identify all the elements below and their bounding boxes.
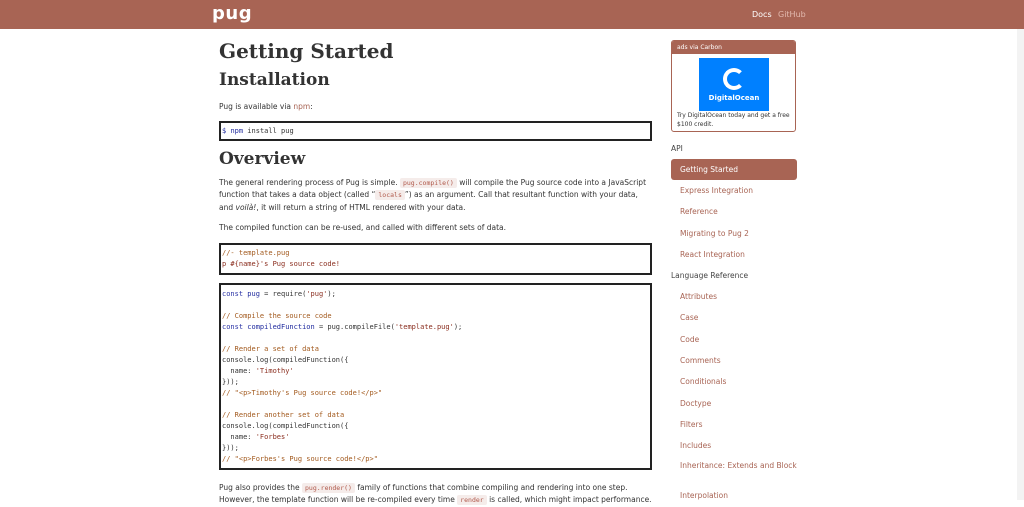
sidebar: ads via Carbon DigitalOcean Try DigitalO… (671, 40, 797, 506)
nav-github-link[interactable]: GitHub (778, 10, 806, 19)
pug-template-code-block: //- template.pug p #{name}'s Pug source … (219, 242, 652, 275)
installation-heading: Installation (219, 70, 330, 90)
pug-logo[interactable]: pug (212, 3, 252, 24)
page-title: Getting Started (219, 39, 394, 63)
scrollbar[interactable] (1017, 29, 1024, 500)
sidebar-section-language-reference: Language Reference (671, 271, 749, 281)
sidebar-item-inheritance[interactable]: Inheritance: Extends and Block (671, 457, 797, 485)
ad-header: ads via Carbon (672, 41, 795, 54)
ad-brand: DigitalOcean (708, 94, 760, 102)
sidebar-item-reference[interactable]: Reference (671, 201, 797, 222)
sidebar-item-filters[interactable]: Filters (671, 414, 797, 435)
overview-paragraph-1: The general rendering process of Pug is … (219, 177, 647, 212)
nav-docs-link[interactable]: Docs (752, 10, 772, 19)
install-code-block: $ npm install pug (219, 120, 652, 141)
carbon-ad[interactable]: ads via Carbon DigitalOcean Try DigitalO… (671, 40, 796, 132)
sidebar-item-code[interactable]: Code (671, 329, 797, 350)
overview-paragraph-2: The compiled function can be re-used, an… (219, 223, 507, 232)
top-navbar: pug Docs GitHub (0, 0, 1024, 29)
inline-code: render (457, 495, 487, 505)
sidebar-item-doctype[interactable]: Doctype (671, 393, 797, 414)
js-code-block: const pug = require('pug'); // Compile t… (219, 282, 652, 470)
sidebar-item-getting-started[interactable]: Getting Started (671, 159, 797, 180)
digitalocean-ad-image[interactable]: DigitalOcean (699, 58, 769, 111)
sidebar-section-api: API (671, 144, 683, 153)
sidebar-item-react-integration[interactable]: React Integration (671, 244, 797, 265)
inline-code: pug.compile() (399, 177, 457, 188)
sidebar-item-conditionals[interactable]: Conditionals (671, 371, 797, 392)
overview-heading: Overview (219, 148, 306, 169)
main-content: Getting Started Installation Pug is avai… (219, 38, 652, 507)
sidebar-item-comments[interactable]: Comments (671, 350, 797, 371)
npm-link[interactable]: npm (293, 102, 310, 111)
sidebar-item-case[interactable]: Case (671, 307, 797, 328)
sidebar-item-migrating[interactable]: Migrating to Pug 2 (671, 223, 797, 244)
installation-text: Pug is available via npm: (219, 102, 313, 111)
sidebar-item-includes[interactable]: Includes (671, 435, 797, 456)
digitalocean-logo-icon (723, 68, 745, 90)
sidebar-item-attributes[interactable]: Attributes (671, 286, 797, 307)
inline-code: locals (375, 190, 405, 200)
ad-copy[interactable]: Try DigitalOcean today and get a free $1… (677, 111, 795, 129)
render-paragraph: Pug also provides the pug.render() famil… (219, 482, 652, 505)
sidebar-item-interpolation[interactable]: Interpolation (671, 485, 797, 506)
inline-code: pug.render() (302, 482, 355, 493)
sidebar-item-express-integration[interactable]: Express Integration (671, 180, 797, 201)
